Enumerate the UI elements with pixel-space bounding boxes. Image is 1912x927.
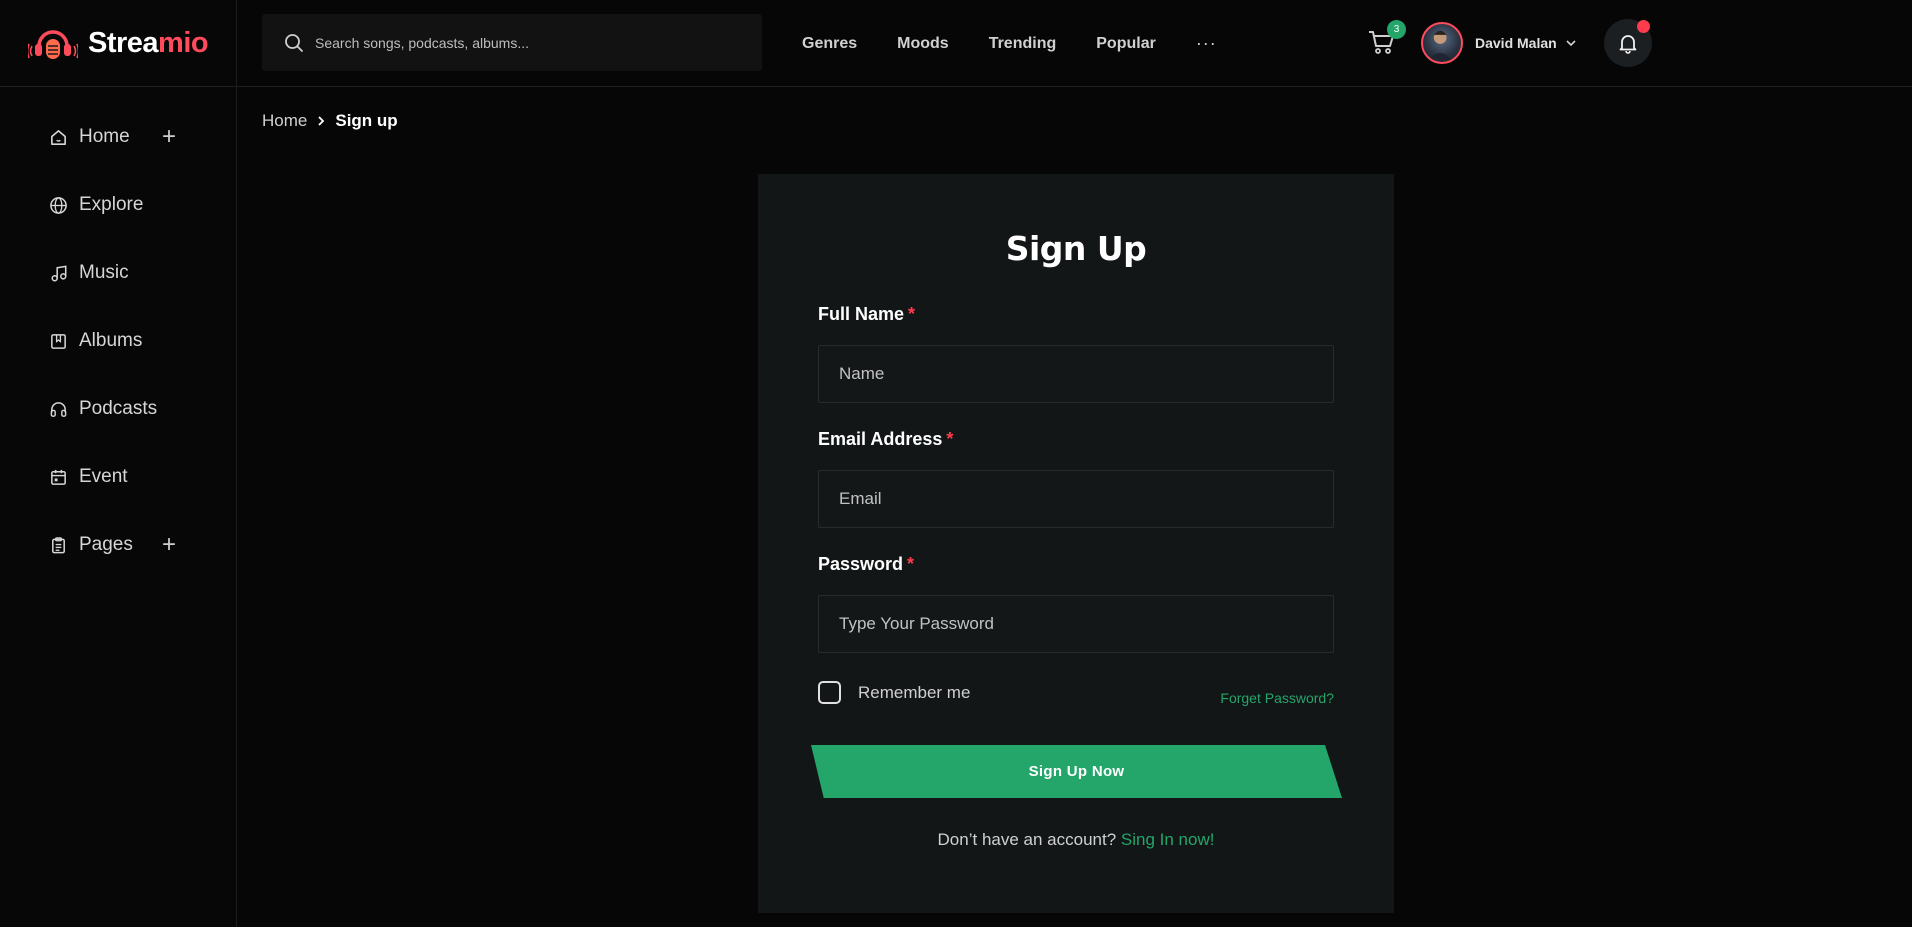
bell-icon	[1619, 35, 1637, 54]
album-icon	[49, 332, 68, 351]
search-bar[interactable]	[262, 14, 762, 71]
sidebar-item-home[interactable]: Home +	[0, 103, 236, 171]
signin-link[interactable]: Sing In now!	[1121, 830, 1215, 849]
user-name: David Malan	[1475, 35, 1557, 51]
sidebar-item-podcasts[interactable]: Podcasts	[0, 375, 236, 443]
signin-prompt: Don’t have an account? Sing In now!	[758, 830, 1394, 850]
home-icon	[49, 128, 68, 147]
music-note-icon	[49, 264, 68, 283]
user-menu[interactable]: David Malan	[1421, 21, 1577, 65]
required-mark: *	[908, 304, 916, 324]
sidebar-item-explore[interactable]: Explore	[0, 171, 236, 239]
headphones-icon	[49, 400, 68, 419]
nav-popular[interactable]: Popular	[1096, 35, 1156, 53]
sidebar-item-label: Podcasts	[79, 398, 158, 419]
sidebar-item-label: Home	[79, 126, 130, 147]
email-field[interactable]	[818, 470, 1334, 528]
brand-logo[interactable]: Streamio	[0, 0, 236, 87]
sidebar-item-label: Music	[79, 262, 129, 283]
sidebar-item-label: Explore	[79, 194, 144, 215]
expand-icon[interactable]: +	[162, 531, 176, 559]
sidebar-item-event[interactable]: Event	[0, 443, 236, 511]
email-label: Email Address *	[818, 429, 954, 449]
sidebar: Streamio Home + Explore Music Albums Pod…	[0, 0, 237, 927]
sidebar-item-music[interactable]: Music	[0, 239, 236, 307]
sidebar-item-label: Event	[79, 466, 128, 487]
breadcrumb: Home Sign up	[262, 111, 398, 131]
remember-checkbox[interactable]	[818, 681, 841, 704]
brand-name: Streamio	[88, 26, 209, 59]
remember-me[interactable]: Remember me	[818, 681, 970, 704]
expand-icon[interactable]: +	[162, 123, 176, 151]
cart-count-badge: 3	[1387, 20, 1406, 39]
sidebar-nav: Home + Explore Music Albums Podcasts Eve…	[0, 87, 236, 579]
breadcrumb-home[interactable]: Home	[262, 111, 307, 131]
notifications-button[interactable]	[1604, 19, 1652, 67]
required-mark: *	[907, 554, 915, 574]
sidebar-item-pages[interactable]: Pages +	[0, 511, 236, 579]
remember-label: Remember me	[858, 682, 971, 702]
forgot-password-link[interactable]: Forget Password?	[1220, 690, 1334, 706]
sidebar-item-albums[interactable]: Albums	[0, 307, 236, 375]
signin-prompt-text: Don’t have an account?	[937, 830, 1117, 849]
top-nav: Genres Moods Trending Popular ···	[802, 0, 1217, 87]
avatar	[1421, 22, 1463, 64]
password-field[interactable]	[818, 595, 1334, 653]
more-icon[interactable]: ···	[1196, 33, 1217, 54]
chevron-down-icon	[1566, 40, 1576, 47]
globe-icon	[49, 196, 68, 215]
full-name-field[interactable]	[818, 345, 1334, 403]
headphones-logo-icon	[28, 30, 78, 59]
page-title: Sign Up	[1005, 229, 1147, 268]
sidebar-item-label: Pages	[79, 534, 133, 555]
required-mark: *	[946, 429, 954, 449]
clipboard-icon	[49, 536, 68, 555]
search-input[interactable]	[315, 34, 735, 51]
chevron-right-icon	[315, 115, 327, 127]
breadcrumb-current: Sign up	[335, 111, 398, 130]
cart-button[interactable]: 3	[1367, 20, 1407, 64]
notification-dot	[1637, 20, 1650, 33]
nav-genres[interactable]: Genres	[802, 35, 857, 53]
signup-card: Sign Up Full Name* Email Address* Passwo…	[758, 174, 1394, 913]
nav-moods[interactable]: Moods	[897, 35, 949, 53]
signup-button[interactable]: Sign Up Now	[811, 745, 1342, 798]
sidebar-item-label: Albums	[79, 330, 143, 351]
search-icon	[285, 33, 303, 52]
full-name-label: Full Name *	[818, 304, 916, 324]
nav-trending[interactable]: Trending	[989, 35, 1057, 53]
password-label: Password *	[818, 554, 915, 574]
top-bar: Genres Moods Trending Popular ···	[237, 0, 1912, 87]
calendar-icon	[49, 468, 68, 487]
